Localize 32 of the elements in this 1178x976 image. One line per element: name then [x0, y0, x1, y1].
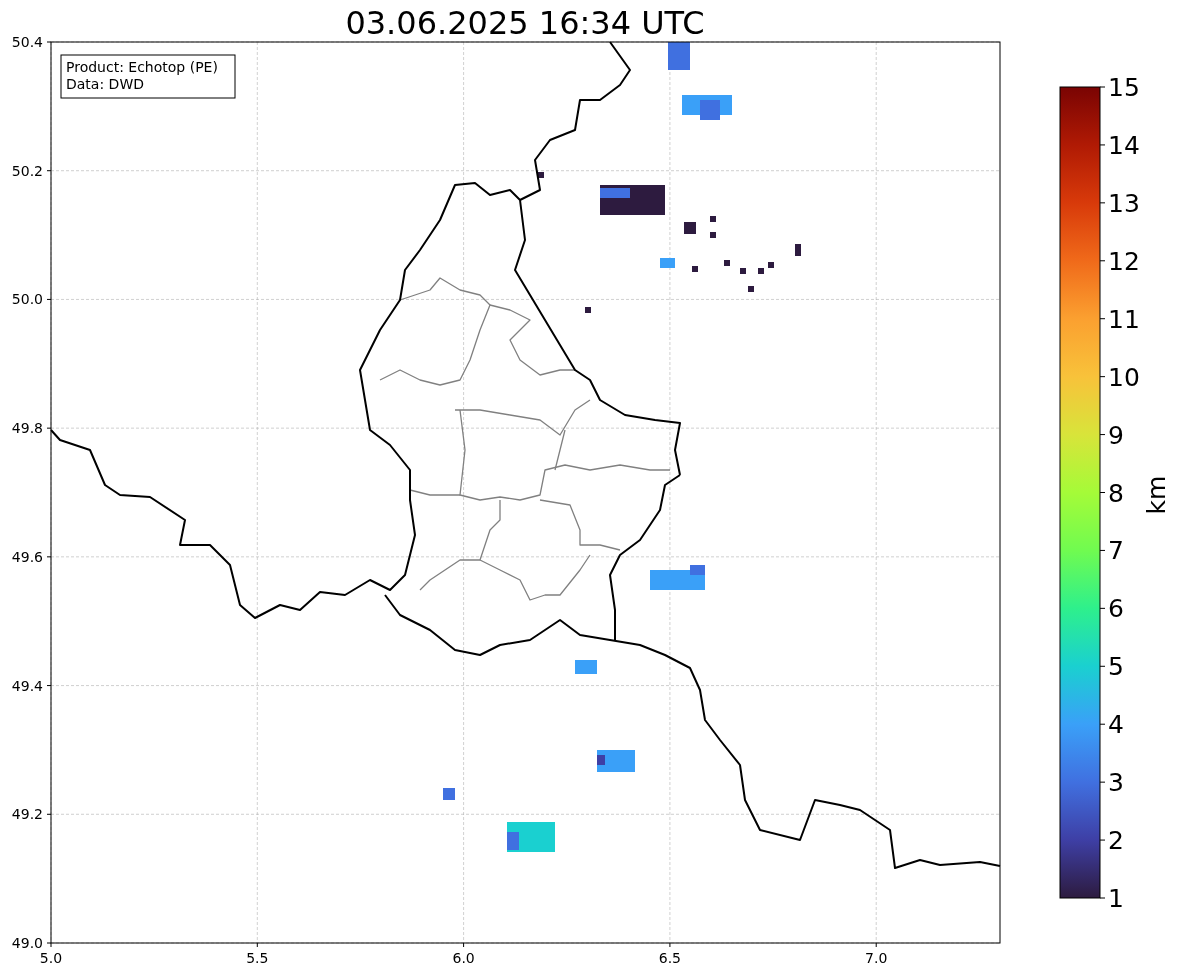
colorbar-tick-label: 2: [1108, 826, 1124, 856]
tick-label: 7.0: [865, 950, 888, 966]
tick-label: 50.2: [11, 162, 43, 179]
info-text: Data: DWD: [66, 76, 144, 92]
colorbar-tick-label: 11: [1108, 304, 1140, 334]
colorbar-tick-label: 12: [1108, 246, 1140, 276]
colorbar-label: km: [1142, 475, 1171, 515]
tick-label: 6.0: [452, 950, 475, 966]
colorbar-tick-label: 10: [1108, 362, 1140, 392]
tick-label: 49.0: [11, 935, 43, 951]
colorbar-tick-label: 3: [1108, 768, 1124, 798]
tick-label: 5.0: [39, 950, 63, 966]
colorbar-tick-label: 1: [1108, 884, 1124, 913]
colorbar-tick-label: 13: [1108, 188, 1140, 218]
colorbar-tick-label: 9: [1108, 420, 1124, 450]
info-text: Product: Echotop (PE): [66, 59, 218, 75]
tick-label: 50.0: [11, 291, 43, 308]
tick-label: 5.5: [246, 950, 269, 966]
chart-title: 03.06.2025 16:34 UTC: [345, 4, 705, 42]
colorbar-tick-label: 4: [1108, 710, 1124, 740]
tick-label: 49.8: [11, 420, 43, 437]
colorbar-tick-label: 5: [1108, 652, 1124, 682]
tick-label: 49.4: [11, 677, 43, 694]
tick-label: 6.5: [658, 950, 682, 966]
colorbar-tick-label: 15: [1108, 73, 1140, 102]
tick-label: 49.6: [11, 548, 43, 565]
colorbar-tick-label: 7: [1108, 536, 1124, 566]
colorbar-tick-label: 6: [1108, 594, 1124, 624]
colorbar-tick-label: 8: [1108, 478, 1124, 508]
tick-label: 50.4: [11, 34, 43, 50]
tick-label: 49.2: [11, 806, 43, 823]
colorbar-tick-label: 14: [1108, 130, 1140, 160]
